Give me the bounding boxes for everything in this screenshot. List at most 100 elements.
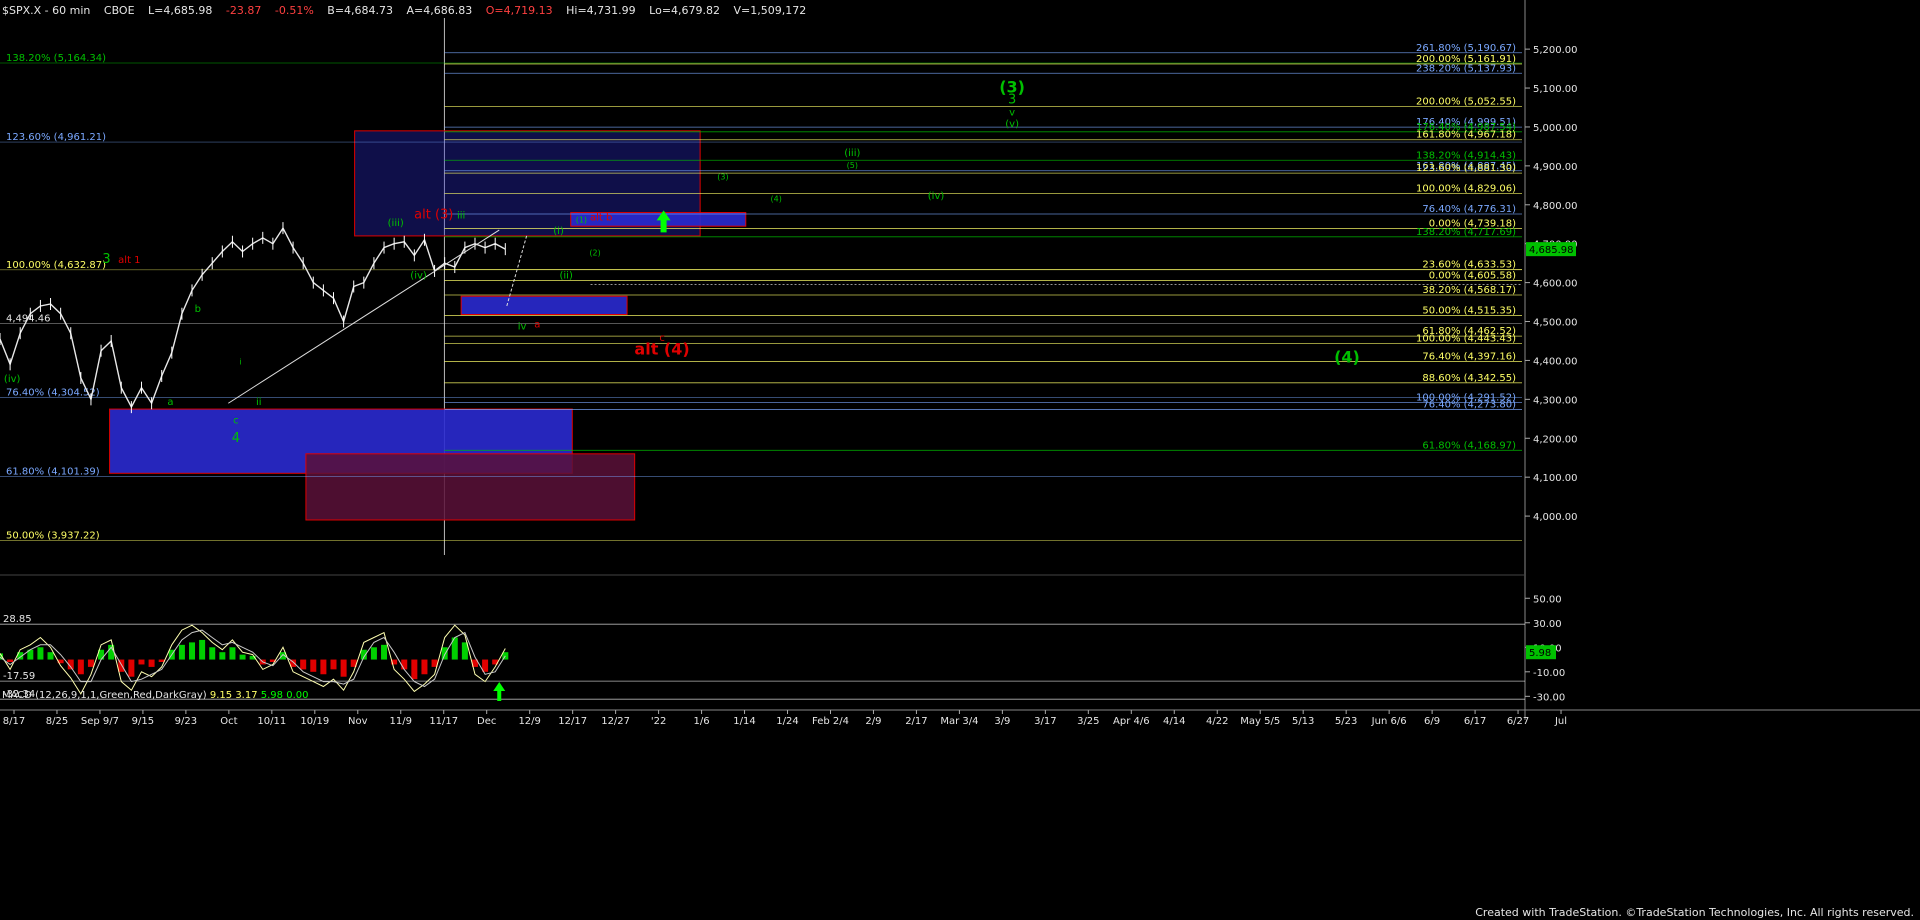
macd-value-1: 9.15 (209, 690, 233, 701)
x-tick-label: Oct (220, 716, 237, 727)
macd-histogram-bar (148, 659, 155, 667)
fib-label-right: 123.60% (4,881.30) (1416, 163, 1516, 174)
macd-histogram-bar (138, 659, 145, 665)
x-tick-label: 8/17 (3, 716, 25, 727)
fib-label-right: 100.00% (4,829.06) (1416, 183, 1516, 194)
macd-histogram-bar (340, 659, 347, 677)
macd-y-tick-label: 30.00 (1533, 619, 1562, 630)
fib-label-right: 0.00% (4,605.58) (1429, 270, 1516, 281)
x-tick-label: Apr 4/6 (1113, 716, 1150, 727)
wave-label: alt (3) (414, 207, 453, 222)
wave-label: (iii) (388, 218, 404, 229)
x-tick-label: 4/14 (1163, 716, 1185, 727)
macd-histogram-bar (87, 659, 94, 667)
wave-label: (2) (589, 248, 600, 257)
macd-value-2: 3.17 (235, 690, 258, 701)
macd-y-tick-label: 50.00 (1533, 594, 1562, 605)
wave-label: alt (4) (634, 340, 689, 359)
x-tick-label: 8/25 (46, 716, 68, 727)
wave-label: (1) (576, 215, 587, 224)
x-tick-label: 10/19 (300, 716, 329, 727)
macd-histogram-bar (47, 652, 54, 660)
x-tick-label: 9/15 (132, 716, 154, 727)
fib-label-left: 50.00% (3,937.22) (6, 531, 100, 542)
macd-histogram-bar (209, 647, 216, 660)
price-chart[interactable]: 261.80% (5,190.67)200.00% (5,161.91)238.… (0, 0, 1920, 920)
y-tick-label: 4,400.00 (1533, 356, 1578, 367)
wave-label: iii (457, 210, 465, 221)
fib-label-right: 200.00% (5,052.55) (1416, 97, 1516, 108)
y-tick-label: 4,000.00 (1533, 512, 1578, 523)
x-tick-label: 4/22 (1206, 716, 1228, 727)
macd-histogram-bar (310, 659, 317, 672)
wave-label: ii (256, 397, 262, 408)
y-tick-label: 5,100.00 (1533, 84, 1578, 95)
fib-label-right: 161.80% (4,967.18) (1416, 130, 1516, 141)
x-tick-label: Dec (477, 716, 496, 727)
x-tick-label: 3/9 (994, 716, 1010, 727)
y-tick-label: 4,600.00 (1533, 279, 1578, 290)
macd-line (0, 624, 506, 695)
macd-value-4: 0.00 (286, 690, 309, 701)
x-tick-label: Nov (348, 716, 368, 727)
x-tick-label: 10/11 (257, 716, 286, 727)
fib-label-right: 76.40% (4,776.31) (1422, 204, 1516, 215)
macd-y-tick-label: -30.00 (1533, 692, 1565, 703)
x-tick-label: 3/25 (1077, 716, 1099, 727)
fib-label-left: 100.00% (4,632.87) (6, 260, 106, 271)
x-tick-label: 11/17 (429, 716, 458, 727)
wave-label: (ii) (560, 271, 573, 282)
fib-label-left: 123.60% (4,961.21) (6, 132, 106, 143)
wave-label: (iv) (4, 374, 21, 385)
wave-label: (4) (771, 195, 782, 204)
x-tick-label: 2/17 (905, 716, 927, 727)
wave-label: 3 (102, 252, 110, 267)
wave-label: iv (518, 321, 527, 332)
y-tick-label: 4,800.00 (1533, 201, 1578, 212)
y-tick-label: 4,200.00 (1533, 434, 1578, 445)
x-tick-label: 9/23 (175, 716, 197, 727)
fib-label-right: 76.40% (4,273.80) (1422, 400, 1516, 411)
x-tick-label: 5/23 (1335, 716, 1357, 727)
y-tick-label: 4,500.00 (1533, 318, 1578, 329)
macd-histogram-bar (330, 659, 337, 670)
trendline-dashed (506, 235, 528, 307)
macd-histogram-bar (239, 654, 246, 660)
x-tick-label: 5/13 (1292, 716, 1314, 727)
wave-label: (iv) (410, 271, 427, 282)
macd-histogram-bar (37, 647, 44, 660)
macd-histogram-bar (370, 647, 377, 660)
last-price-label: 4,685.98 (1529, 245, 1574, 256)
fib-label-right: 261.80% (5,190.67) (1416, 43, 1516, 54)
wave-label: (iv) (928, 191, 945, 202)
wave-label: (3) (717, 172, 728, 181)
x-tick-label: 3/17 (1034, 716, 1056, 727)
x-tick-label: Jul (1554, 716, 1567, 727)
macd-histogram-bar (229, 647, 236, 660)
x-tick-label: '22 (651, 716, 666, 727)
macd-up-arrow-icon (493, 681, 506, 701)
macd-histogram-bar (421, 659, 428, 675)
wave-label: b (195, 304, 201, 315)
fib-label-right: 38.20% (4,568.17) (1422, 285, 1516, 296)
x-tick-label: 11/9 (390, 716, 412, 727)
fib-label-left: 4,494.46 (6, 314, 51, 325)
wave-label: (iii) (844, 148, 860, 159)
chart-window: $SPX.X - 60 min CBOE L=4,685.98 -23.87 -… (0, 0, 1920, 920)
macd-y-tick-label: -10.00 (1533, 668, 1565, 679)
macd-histogram-bar (401, 659, 408, 670)
x-tick-label: 6/9 (1424, 716, 1440, 727)
macd-histogram-bar (199, 639, 206, 660)
macd-header: MACD (12,26,9,1,1,Green,Red,DarkGray) 9.… (2, 690, 308, 701)
macd-histogram-bar (381, 644, 388, 660)
macd-title: MACD (12,26,9,1,1,Green,Red,DarkGray) (2, 690, 207, 701)
x-tick-label: 6/17 (1464, 716, 1486, 727)
y-tick-label: 5,200.00 (1533, 45, 1578, 56)
x-tick-label: 1/24 (776, 716, 798, 727)
macd-histogram-bar (128, 659, 135, 677)
fib-label-right: 50.00% (4,515.35) (1422, 306, 1516, 317)
fib-label-left: 61.80% (4,101.39) (6, 467, 100, 478)
x-tick-label: Jun 6/6 (1371, 716, 1407, 727)
macd-histogram-bar (411, 659, 418, 680)
fib-label-right: 88.60% (4,342.55) (1422, 373, 1516, 384)
